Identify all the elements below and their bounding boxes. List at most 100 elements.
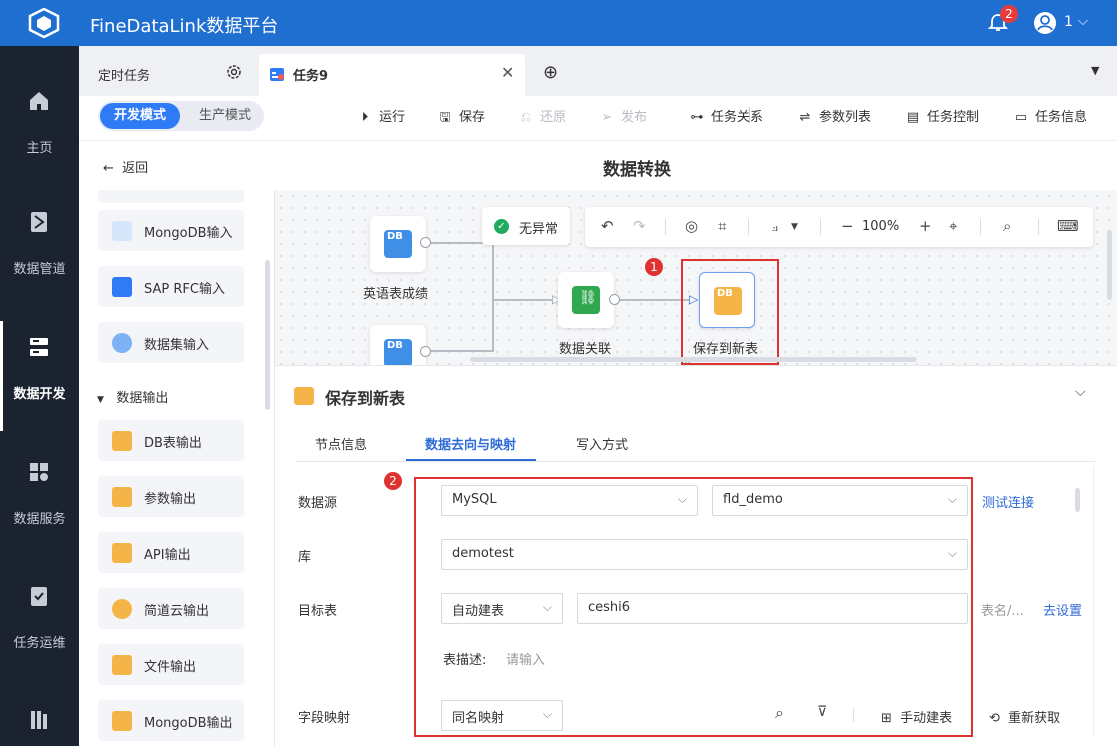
datasource-type-select[interactable]: MySQL ⌵ <box>441 485 698 516</box>
target-table-name-input[interactable]: ceshi6 <box>577 593 968 624</box>
app-title: FineDataLink数据平台 <box>90 16 279 37</box>
canvas-vertical-scrollbar[interactable] <box>1107 230 1112 300</box>
tab-write-mode[interactable]: 写入方式 <box>576 434 628 453</box>
palette-scrollbar[interactable] <box>265 260 270 410</box>
settings-gear-icon[interactable] <box>226 64 242 80</box>
palette-item-file-output[interactable]: 文件输出 <box>98 644 244 685</box>
palette-item-param-output[interactable]: 参数输出 <box>98 476 244 517</box>
palette-item[interactable] <box>98 190 244 203</box>
sap-rfc-input-icon <box>112 277 132 297</box>
field-mapping-label: 字段映射 <box>298 711 351 726</box>
keyboard-icon[interactable]: ⌨ <box>1057 217 1079 235</box>
publish-button[interactable]: ➢ 发布 <box>599 106 647 125</box>
flow-canvas[interactable]: DB 英语表成绩 DB ▷ ⛓ 数据关联 ▷ DB 保存到新表 1 ✓ 无异常 … <box>275 190 1117 365</box>
canvas-horizontal-scrollbar[interactable] <box>470 357 917 362</box>
palette-item-api-output[interactable]: API输出 <box>98 532 244 573</box>
tab-destination-mapping[interactable]: 数据去向与映射 <box>425 434 516 453</box>
mongodb-output-icon <box>112 711 132 731</box>
edge-style-chevron-icon[interactable]: ▼ <box>791 222 798 232</box>
output-port[interactable] <box>609 294 620 305</box>
edge-style-icon[interactable]: ⟓ <box>771 217 778 235</box>
tab-label: 定时任务 <box>98 69 151 84</box>
go-settings-link[interactable]: 去设置 <box>1043 600 1082 619</box>
panel-collapse-chevron-icon[interactable]: ⌵ <box>1075 384 1086 400</box>
output-port[interactable] <box>420 346 431 357</box>
tab-task9[interactable]: 任务9 ✕ <box>259 54 525 96</box>
table-desc-input[interactable]: 请输入 <box>506 649 545 668</box>
node-config-panel: 保存到新表 ⌵ 节点信息 数据去向与映射 写入方式 2 数据源 MySQL ⌵ … <box>275 365 1117 746</box>
active-tab-underline <box>406 459 536 461</box>
dev-mode-button[interactable]: 开发模式 <box>100 103 180 129</box>
add-tab-icon[interactable]: ⊕ <box>543 62 558 83</box>
tab-node-info[interactable]: 节点信息 <box>315 434 367 453</box>
page-header: ← 返回 数据转换 <box>79 140 1117 190</box>
nav-item-data-service[interactable]: 数据服务 <box>0 446 79 556</box>
param-list-button[interactable]: ⇌ 参数列表 <box>797 106 871 125</box>
edge <box>492 299 552 301</box>
datasource-label: 数据源 <box>298 496 338 511</box>
nav-label: 数据开发 <box>13 387 66 402</box>
chevron-down-icon: ⌵ <box>542 600 552 614</box>
zoom-in-icon[interactable]: + <box>919 217 932 235</box>
user-name[interactable]: 1 <box>1064 14 1073 30</box>
nav-item-more[interactable] <box>0 694 79 746</box>
panel-scrollbar[interactable] <box>1075 488 1080 512</box>
back-button[interactable]: ← 返回 <box>103 157 148 176</box>
save-button[interactable]: 🖫 保存 <box>437 106 485 130</box>
database-select[interactable]: demotest ⌵ <box>441 539 968 570</box>
mode-switch[interactable]: 开发模式 生产模式 <box>98 101 264 131</box>
palette-item-dataset-input[interactable]: 数据集输入 <box>98 322 244 363</box>
resize-handle-icon[interactable]: ⋯ <box>681 358 692 365</box>
node-join[interactable]: ⛓ <box>558 272 614 328</box>
close-tab-icon[interactable]: ✕ <box>501 63 514 82</box>
notification-count-badge: 2 <box>1000 5 1018 23</box>
table-grid-icon: ⊞ <box>881 711 892 726</box>
more-icon <box>31 711 47 729</box>
locate-icon[interactable]: ⌖ <box>949 217 957 235</box>
run-button[interactable]: ⏵ 运行 <box>357 106 405 125</box>
search-icon[interactable]: ⌕ <box>775 703 784 723</box>
nav-item-data-dev[interactable]: 数据开发 <box>0 321 79 431</box>
nav-item-pipeline[interactable]: 数据管道 <box>0 196 79 306</box>
fit-view-icon[interactable]: ⌗ <box>718 217 726 235</box>
node-source2[interactable]: DB <box>370 325 426 365</box>
datasource-connection-select[interactable]: fld_demo ⌵ <box>712 485 968 516</box>
nav-item-home[interactable]: 主页 <box>0 75 79 185</box>
zoom-out-icon[interactable]: − <box>841 217 854 235</box>
task-info-button[interactable]: ▭ 任务信息 <box>1013 106 1087 125</box>
task-ops-icon <box>31 587 47 606</box>
palette-item-sap-rfc-input[interactable]: SAP RFC输入 <box>98 266 244 307</box>
task-info-icon: ▭ <box>1014 110 1028 125</box>
palette-item-jiandaoyun-output[interactable]: 简道云输出 <box>98 588 244 629</box>
tab-scheduled-task[interactable]: 定时任务 <box>79 54 256 96</box>
mapping-mode-select[interactable]: 同名映射 ⌵ <box>441 700 563 731</box>
manual-build-table-button[interactable]: ⊞ 手动建表 <box>881 707 952 726</box>
filter-icon[interactable]: ⊽ <box>817 704 827 720</box>
restore-button[interactable]: ⎌ 还原 <box>518 106 566 125</box>
palette-item-mongodb-output[interactable]: MongoDB输出 <box>98 700 244 741</box>
user-avatar-icon[interactable] <box>1033 11 1057 35</box>
output-port[interactable] <box>420 237 431 248</box>
undo-icon[interactable]: ↶ <box>601 217 614 235</box>
refetch-button[interactable]: ⟲ 重新获取 <box>989 707 1060 726</box>
prod-mode-button[interactable]: 生产模式 <box>188 103 262 129</box>
target-table-label: 目标表 <box>298 604 338 619</box>
preview-icon[interactable]: ◎ <box>685 217 698 235</box>
palette-group-output[interactable]: ▼ 数据输出 <box>97 387 168 406</box>
test-connection-link[interactable]: 测试连接 <box>982 492 1034 511</box>
task-relation-button[interactable]: ⊶ 任务关系 <box>689 106 764 125</box>
task-control-button[interactable]: ▤ 任务控制 <box>905 106 979 125</box>
palette-item-mongodb-input[interactable]: MongoDB输入 <box>98 210 244 251</box>
step-badge-2: 2 <box>384 472 402 490</box>
search-icon[interactable]: ⌕ <box>1003 217 1011 235</box>
left-nav: 主页 数据管道 数据开发 数据服务 任务运维 <box>0 46 79 746</box>
nav-item-task-ops[interactable]: 任务运维 <box>0 570 79 680</box>
data-dev-icon <box>30 338 48 356</box>
user-menu-chevron-icon[interactable]: ⌵ <box>1078 14 1088 29</box>
target-mode-select[interactable]: 自动建表 ⌵ <box>441 593 563 624</box>
node-source1[interactable]: DB <box>370 216 426 272</box>
palette-item-db-output[interactable]: DB表输出 <box>98 420 244 461</box>
validation-status[interactable]: ✓ 无异常 <box>482 207 570 245</box>
tab-overflow-chevron-icon[interactable]: ▼ <box>1091 64 1099 77</box>
redo-icon[interactable]: ↷ <box>633 217 646 235</box>
